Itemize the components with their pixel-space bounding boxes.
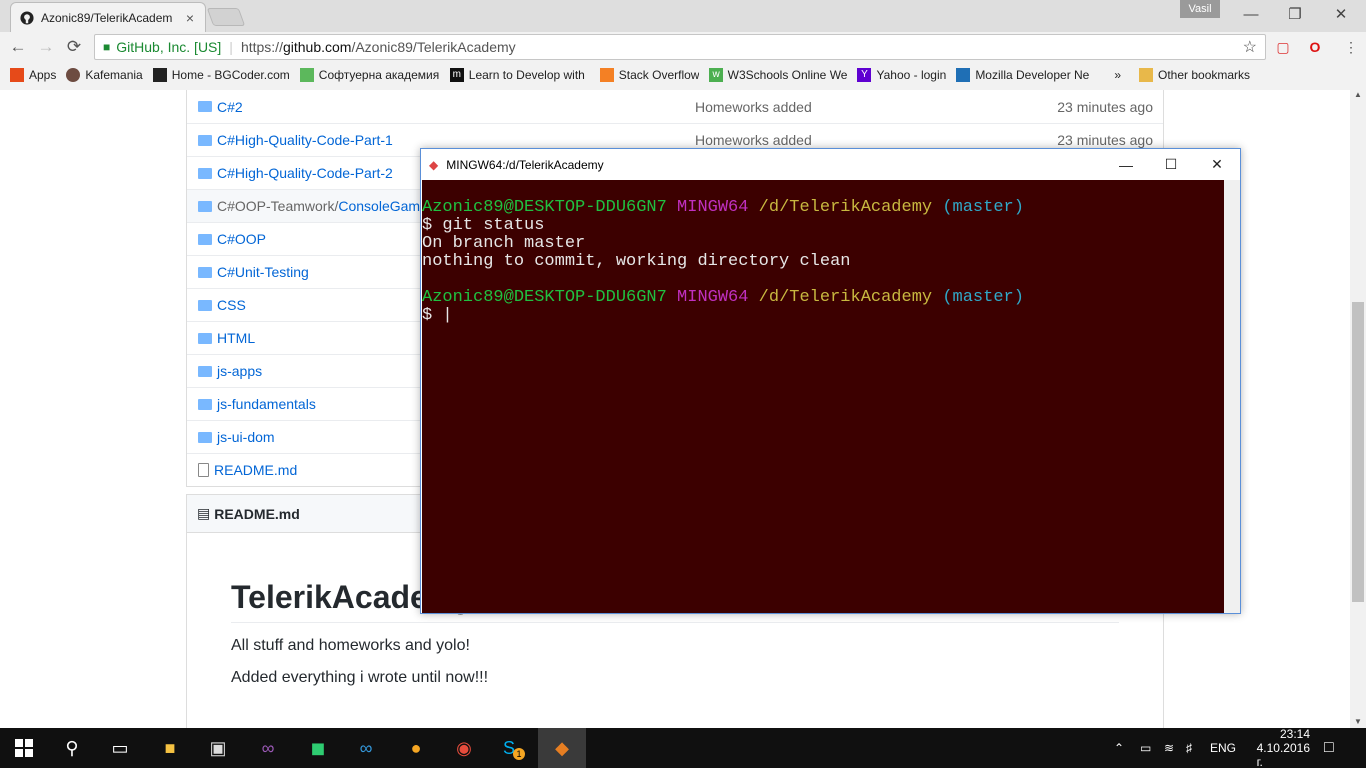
url-path: /Azonic89/TelerikAcademy xyxy=(351,39,516,55)
minimize-button[interactable]: — xyxy=(1228,0,1274,28)
bookmark-stack-overflow[interactable]: Stack Overflow xyxy=(599,68,699,82)
terminal-title: MINGW64:/d/TelerikAcademy xyxy=(446,157,604,172)
mdn-icon xyxy=(956,68,971,82)
start-button[interactable] xyxy=(0,728,48,768)
adblock-extension-icon[interactable]: ▢ xyxy=(1272,36,1294,58)
profile-button[interactable]: Vasil xyxy=(1180,0,1220,18)
language-indicator[interactable]: ENG xyxy=(1210,728,1236,768)
terminal-scrollbar[interactable] xyxy=(1224,180,1240,613)
reload-button[interactable]: ⟳ xyxy=(60,33,88,61)
git-icon: ◆ xyxy=(429,157,439,172)
terminal-prompt[interactable]: $ | xyxy=(422,306,453,325)
folder-icon xyxy=(198,332,212,344)
stackoverflow-icon xyxy=(599,68,614,82)
tab-close-icon[interactable]: × xyxy=(183,10,197,26)
clock[interactable]: 23:14 4.10.2016 г. xyxy=(1257,727,1310,769)
folder-icon xyxy=(198,200,212,212)
terminal-maximize-button[interactable]: ☐ xyxy=(1148,149,1194,180)
terminal-close-button[interactable]: ✕ xyxy=(1194,149,1240,180)
windows-taskbar: ⚲ ▭ ■ ▣ ∞ ◼ ∞ ● ◉ S1 ◆ ⌃ ▭ ≋ ♯ ENG 23:14… xyxy=(0,727,1366,769)
bookmark-mdn[interactable]: Mozilla Developer Ne xyxy=(956,68,1094,82)
search-icon[interactable]: ⚲ xyxy=(48,728,96,768)
github-icon xyxy=(19,10,35,26)
file-row[interactable]: C#2 Homeworks added 23 minutes ago xyxy=(187,90,1163,123)
folder-icon xyxy=(198,233,212,245)
opera-extension-icon[interactable]: O xyxy=(1304,36,1326,58)
windows-logo-icon xyxy=(15,739,33,757)
other-bookmarks[interactable]: Other bookmarks xyxy=(1139,68,1250,82)
restore-button[interactable]: ❐ xyxy=(1272,0,1318,28)
bookmark-telerik-academy[interactable]: Софтуерна академия xyxy=(299,68,440,82)
bookmark-yahoo[interactable]: Y Yahoo - login xyxy=(857,68,946,82)
terminal-minimize-button[interactable]: — xyxy=(1103,149,1149,180)
address-bar[interactable]: ■ GitHub, Inc. [US] | https://github.com… xyxy=(94,34,1266,60)
telerik-icon xyxy=(299,68,314,82)
bookmarks-overflow-button[interactable]: » xyxy=(1114,68,1121,82)
scroll-down-arrow-icon[interactable]: ▼ xyxy=(1350,717,1366,726)
skype-badge: 1 xyxy=(513,748,525,760)
app-icon[interactable]: ● xyxy=(392,728,440,768)
folder-icon xyxy=(198,398,212,410)
ev-certificate-label[interactable]: GitHub, Inc. [US] xyxy=(116,39,221,55)
coffee-icon xyxy=(66,68,81,82)
bookmark-bgcoder[interactable]: Home - BGCoder.com xyxy=(152,68,290,82)
bookmark-kafemania[interactable]: Kafemania xyxy=(66,68,143,82)
git-bash-window[interactable]: ◆ MINGW64:/d/TelerikAcademy — ☐ ✕ Azonic… xyxy=(420,148,1241,614)
store-icon[interactable]: ▣ xyxy=(194,728,242,768)
url-scheme: https:// xyxy=(240,39,283,55)
folder-icon xyxy=(198,134,212,146)
chrome-menu-icon[interactable]: ⋮ xyxy=(1340,36,1362,58)
readme-paragraph: All stuff and homeworks and yolo! xyxy=(231,637,470,654)
bookmark-learn-to-develop[interactable]: m Learn to Develop with xyxy=(449,68,590,82)
lock-icon: ■ xyxy=(103,40,111,54)
vscode-icon[interactable]: ∞ xyxy=(342,728,390,768)
m-logo-icon: m xyxy=(449,68,464,82)
omnibox-separator: | xyxy=(229,39,233,55)
book-icon: ▤ xyxy=(197,505,211,521)
back-button[interactable]: ← xyxy=(4,33,32,61)
task-view-icon[interactable]: ▭ xyxy=(96,728,144,768)
yahoo-icon: Y xyxy=(857,68,872,82)
visual-studio-icon[interactable]: ∞ xyxy=(244,728,292,768)
show-hidden-icons[interactable]: ⌃ xyxy=(1114,728,1124,768)
scroll-up-arrow-icon[interactable]: ▲ xyxy=(1350,90,1366,104)
browser-tab-active[interactable]: Azonic89/TelerikAcadem × xyxy=(10,2,206,32)
battery-icon[interactable]: ▭ xyxy=(1140,728,1151,768)
file-explorer-icon[interactable]: ■ xyxy=(146,728,194,768)
scrollbar-thumb[interactable] xyxy=(1352,302,1364,602)
apps-grid-icon xyxy=(10,68,24,82)
folder-icon xyxy=(1139,68,1153,82)
chrome-icon[interactable]: ◉ xyxy=(440,728,488,768)
notifications-icon[interactable]: □ xyxy=(1324,728,1334,768)
bgcoder-icon xyxy=(152,68,167,82)
terminal-output[interactable]: Azonic89@DESKTOP-DDU6GN7 MINGW64 /d/Tele… xyxy=(422,180,1224,613)
bookmark-star-icon[interactable]: ☆ xyxy=(1243,37,1257,57)
readme-paragraph: Added everything i wrote until now!!! xyxy=(231,669,489,686)
webstorm-icon[interactable]: ◼ xyxy=(294,728,342,768)
tab-strip: Azonic89/TelerikAcadem × Vasil — ❐ ✕ xyxy=(0,0,1366,32)
bookmark-w3schools[interactable]: w W3Schools Online We xyxy=(709,68,847,82)
folder-icon xyxy=(198,299,212,311)
close-window-button[interactable]: ✕ xyxy=(1318,0,1364,28)
file-icon xyxy=(198,463,209,477)
forward-button[interactable]: → xyxy=(32,33,60,61)
tab-title: Azonic89/TelerikAcadem xyxy=(41,10,173,25)
folder-icon xyxy=(198,266,212,278)
url-host: github.com xyxy=(282,39,352,55)
folder-icon xyxy=(198,101,212,112)
browser-chrome: Azonic89/TelerikAcadem × Vasil — ❐ ✕ ← →… xyxy=(0,0,1366,90)
new-tab-button[interactable] xyxy=(206,8,246,26)
wifi-icon[interactable]: ≋ xyxy=(1164,728,1174,768)
bookmark-apps[interactable]: Apps xyxy=(10,68,56,82)
folder-icon xyxy=(198,431,212,443)
skype-icon[interactable]: S1 xyxy=(490,728,538,768)
bookmarks-bar: Apps Kafemania Home - BGCoder.com Софтуе… xyxy=(0,62,1366,88)
folder-icon xyxy=(198,365,212,377)
git-bash-taskbar-icon[interactable]: ◆ xyxy=(538,728,586,768)
volume-icon[interactable]: ♯ xyxy=(1186,728,1192,768)
page-scrollbar[interactable]: ▲ ▼ xyxy=(1350,90,1366,728)
w3schools-icon: w xyxy=(709,68,723,82)
folder-icon xyxy=(198,167,212,179)
